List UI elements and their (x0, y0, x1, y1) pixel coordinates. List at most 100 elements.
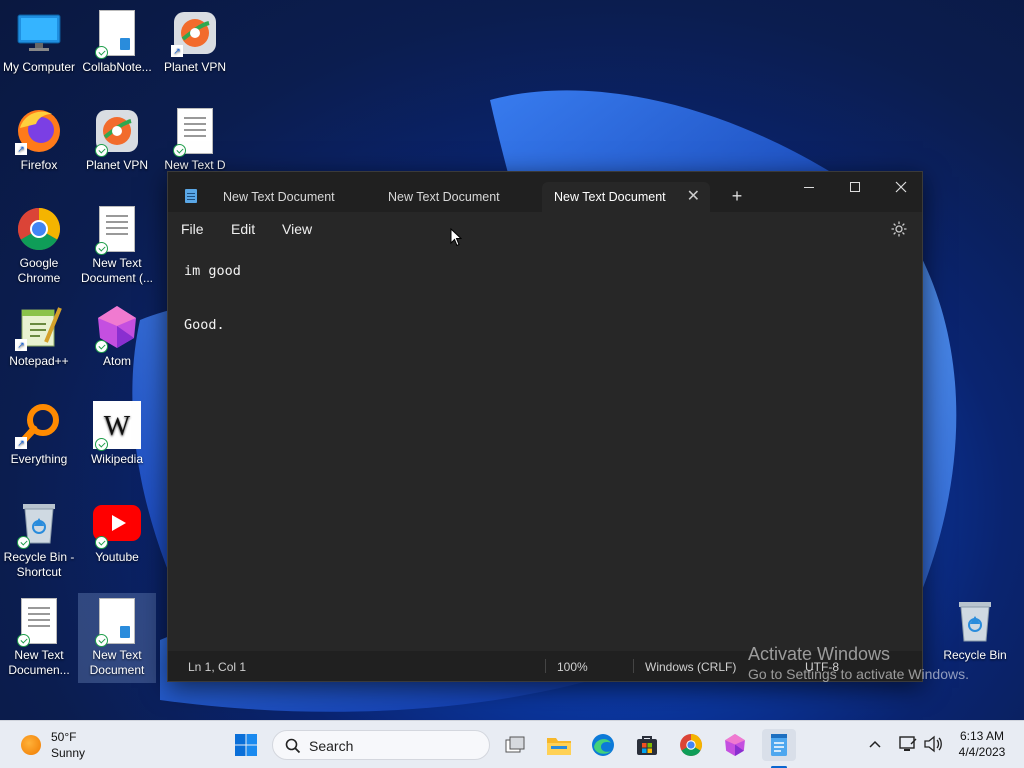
edge-button[interactable] (586, 729, 620, 761)
desktop-icon-firefox[interactable]: ↗ Firefox (0, 103, 78, 193)
file-explorer-icon (547, 738, 571, 755)
menu-edit[interactable]: Edit (231, 221, 255, 237)
chrome-taskbar-button[interactable] (674, 729, 708, 761)
atom-icon (725, 734, 745, 756)
tab-document-3-active[interactable]: New Text Document ✕ (542, 182, 710, 212)
document-icon (93, 597, 141, 647)
task-view-icon (505, 736, 525, 753)
document-icon (93, 9, 141, 59)
minimize-button[interactable] (786, 172, 832, 202)
volume-icon[interactable] (923, 735, 943, 753)
weather-condition: Sunny (51, 746, 86, 760)
desktop-icon-new-text-document-selected[interactable]: New Text Document (78, 593, 156, 683)
zoom-level[interactable]: 100% (557, 660, 588, 674)
desktop-icon-label: Recycle Bin - Shortcut (3, 550, 75, 579)
chevron-up-icon[interactable] (869, 739, 881, 749)
desktop-icon-notepadpp[interactable]: ↗ Notepad++ (0, 299, 78, 389)
desktop-icon-label: CollabNote... (82, 60, 152, 74)
close-tab-icon[interactable]: ✕ (687, 182, 700, 212)
store-button[interactable] (630, 729, 664, 761)
editor-line: Good. (184, 317, 225, 333)
desktop-icon-atom[interactable]: Atom (78, 299, 156, 389)
maximize-button[interactable] (832, 172, 878, 202)
planet-vpn-icon: ↗ (171, 9, 219, 57)
activate-subtitle: Go to Settings to activate Windows. (748, 666, 969, 682)
desktop-icon-label: New Text Document (89, 648, 145, 677)
sync-check-icon (95, 536, 108, 549)
editor-line: im good (184, 263, 241, 279)
tab-document-2[interactable]: New Text Document (376, 182, 541, 212)
svg-text:W: W (104, 411, 131, 442)
notepad-app-icon (185, 189, 197, 203)
network-icon[interactable] (898, 735, 918, 753)
start-button[interactable] (229, 729, 263, 761)
sync-check-icon (17, 634, 30, 647)
desktop-icon-label: New Text Documen... (8, 648, 70, 677)
desktop-icon-wikipedia[interactable]: W Wikipedia (78, 397, 156, 487)
document-icon (93, 205, 141, 255)
desktop-icon-label: New Text Document (... (80, 256, 154, 285)
shortcut-arrow-icon: ↗ (171, 45, 183, 57)
activate-windows-watermark: Activate Windows Go to Settings to activ… (748, 644, 969, 682)
clock-time: 6:13 AM (959, 729, 1005, 743)
taskbar: 50°F Sunny Search 6:13 AM 4/4/2023 (0, 720, 1024, 768)
atom-icon (93, 303, 141, 353)
sync-check-icon (95, 634, 108, 647)
desktop-icon-label: Firefox (20, 158, 58, 172)
cursor-position: Ln 1, Col 1 (188, 660, 247, 674)
shortcut-arrow-icon: ↗ (15, 437, 27, 449)
desktop-icon-planet-vpn-2[interactable]: Planet VPN (78, 103, 156, 193)
desktop-icon-youtube[interactable]: Youtube (78, 495, 156, 585)
desktop-icon-collabnote[interactable]: CollabNote... (78, 5, 156, 95)
tab-label: New Text Document (554, 190, 666, 204)
menu-view[interactable]: View (282, 221, 312, 237)
atom-taskbar-button[interactable] (718, 729, 752, 761)
notepad-window[interactable]: New Text Document New Text Document New … (167, 171, 923, 682)
desktop-icon-new-text-document-2[interactable]: New Text Documen... (0, 593, 78, 683)
firefox-icon: ↗ (15, 107, 63, 155)
desktop-icon-label: Planet VPN (163, 60, 227, 74)
sync-check-icon (95, 438, 108, 451)
menu-file[interactable]: File (181, 221, 204, 237)
desktop-icon-everything[interactable]: ↗ Everything (0, 397, 78, 487)
task-view-button[interactable] (498, 729, 532, 761)
store-icon (637, 736, 657, 755)
sync-check-icon (17, 536, 30, 549)
desktop-icon-label: Wikipedia (90, 452, 144, 466)
file-explorer-button[interactable] (542, 729, 576, 761)
tab-bar: New Text Document New Text Document New … (168, 172, 922, 212)
minimize-icon (804, 186, 814, 188)
sync-check-icon (95, 46, 108, 59)
sun-icon (21, 735, 41, 755)
tab-label: New Text Document (388, 190, 500, 204)
edge-icon (592, 734, 614, 756)
mouse-cursor-icon (450, 228, 462, 247)
desktop-icon-label: Google Chrome (17, 256, 61, 285)
document-icon (15, 597, 63, 647)
recycle-bin-icon (15, 499, 63, 549)
desktop-icon-label: Everything (10, 452, 68, 466)
desktop-icon-planet-vpn[interactable]: ↗ Planet VPN (156, 5, 234, 95)
shortcut-arrow-icon: ↗ (15, 143, 27, 155)
desktop-icon-new-text-document-copy[interactable]: New Text Document (... (78, 201, 156, 291)
desktop-icon-my-computer[interactable]: My Computer (0, 5, 78, 95)
sync-check-icon (95, 144, 108, 157)
search-icon (285, 738, 301, 754)
taskbar-search[interactable]: Search (272, 730, 490, 760)
notepad-taskbar-button[interactable] (762, 729, 796, 761)
new-tab-button[interactable]: + (726, 186, 748, 207)
line-ending[interactable]: Windows (CRLF) (645, 660, 736, 674)
close-window-button[interactable] (878, 172, 924, 202)
shortcut-arrow-icon: ↗ (15, 339, 27, 351)
notepad-icon (771, 734, 787, 756)
tab-document-1[interactable]: New Text Document (211, 182, 371, 212)
monitor-icon (15, 9, 63, 57)
search-label: Search (309, 738, 354, 754)
settings-gear-icon[interactable] (890, 220, 908, 238)
text-editor[interactable]: im good Good. (168, 246, 922, 650)
chrome-icon (680, 734, 702, 756)
document-icon (171, 107, 219, 157)
desktop-icon-google-chrome[interactable]: Google Chrome (0, 201, 78, 291)
wikipedia-icon: W (93, 401, 141, 451)
desktop-icon-recycle-bin-shortcut[interactable]: Recycle Bin - Shortcut (0, 495, 78, 585)
